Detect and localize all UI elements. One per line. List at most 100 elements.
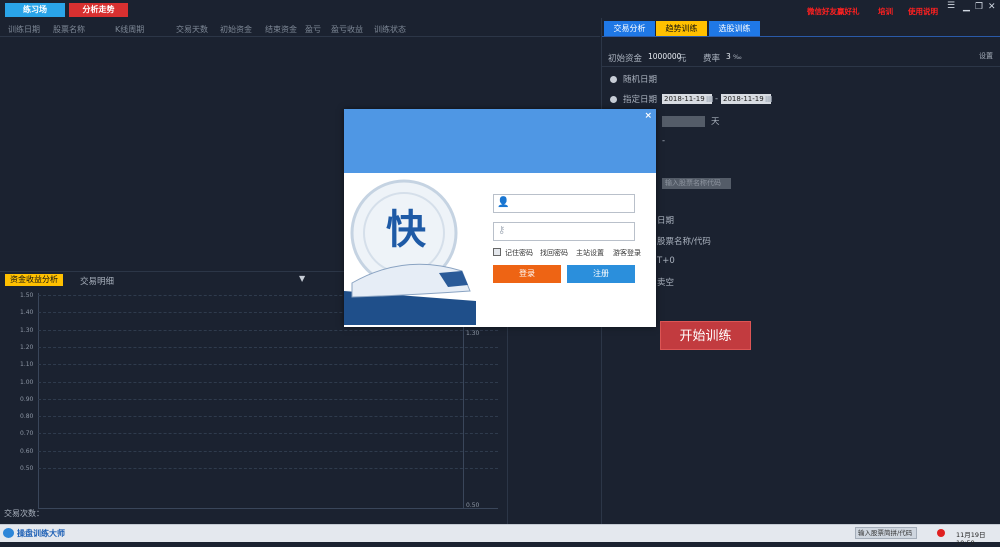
key-icon: ⚷ [498,225,506,236]
right-ytick: 1.30 [466,330,480,337]
username-field[interactable]: 👤 [493,194,635,213]
y-tick-label: 1.20 [20,343,34,351]
remember-password-label: 记住密码 [505,249,533,257]
initial-fund-value[interactable]: 1000000 [648,52,681,61]
tab-trade-detail[interactable]: 交易明细 [80,275,114,287]
calendar-icon[interactable]: ▦ [765,94,773,103]
grid-line [38,468,498,469]
y-tick-label: 1.30 [20,326,34,334]
option-date: 日期 [657,216,675,226]
settings-divider [602,66,1000,67]
wechat-gift-link[interactable]: 微信好友赢好礼 [807,6,860,17]
y-tick-label: 1.40 [20,309,34,317]
close-icon[interactable]: × [644,111,652,121]
date-separator: - [715,94,719,104]
option-t0: T+0 [657,256,675,266]
fee-label: 费率 [703,54,721,64]
y-axis-left [38,293,39,508]
y-tick-label: 1.10 [20,361,34,369]
fund-unit: 元 [678,54,687,64]
app-logo-icon [3,528,14,538]
col-stock-name[interactable]: 股票名称 [53,24,85,35]
date-from-input[interactable]: 2018-11-19 [662,94,712,104]
grid-line [38,433,498,435]
trade-count-label: 交易次数： [4,509,44,518]
right-panel: 交易分析 趋势训练 选股训练 初始资金 1000000 元 费率 3 ‰ 设置 … [601,18,1000,524]
grid-line [38,398,498,400]
instructions-link[interactable]: 使用说明 [908,6,938,17]
settings-link[interactable]: 设置 [979,51,993,61]
random-date-label: 随机日期 [623,75,658,85]
grid-line [38,416,498,418]
col-initial-fund[interactable]: 初始资金 [220,24,252,35]
specified-date-radio[interactable] [610,96,617,103]
tab-stock-selection[interactable]: 选股训练 [709,21,760,36]
calendar-icon[interactable]: ▦ [706,94,714,103]
restore-icon[interactable]: ❐ [975,2,983,12]
grid-line [38,346,498,348]
remember-password-checkbox[interactable] [493,248,501,256]
col-profit[interactable]: 盈亏 [305,24,321,35]
grid-line [38,364,498,366]
app-name: 操盘训练大师 [17,529,65,538]
tab-analysis-trend[interactable]: 分析走势 [69,3,128,17]
days-input[interactable] [662,116,705,127]
day-unit: 天 [711,117,720,127]
y-tick-label: 1.00 [20,378,34,386]
login-dialog: × 快 👤 ⚷ 记住密码 找回密码 主站设置 游客登录 登录 注册 [344,109,656,327]
option-stock-name: 股票名称/代码 [657,237,711,247]
y-tick-label: 0.60 [20,447,34,455]
start-training-button[interactable]: 开始训练 [660,321,751,350]
fee-value[interactable]: 3 [726,52,731,61]
grid-line [38,329,498,331]
top-bar: 练习场 分析走势 微信好友赢好礼 培训 使用说明 ☰ ▁ ❐ ✕ [0,0,1000,18]
random-date-radio[interactable] [610,76,617,83]
logo-text: 快 [386,206,426,253]
y-tick-label: 1.50 [20,292,34,299]
grid-line [38,450,498,452]
user-icon: 👤 [497,197,510,208]
tab-fund-analysis[interactable]: 资金收益分析 [5,274,63,286]
dialog-header: × [344,109,656,173]
fee-unit: ‰ [733,53,742,61]
status-bar: 操盘训练大师 输入股票简拼/代码 11月19日 10:59 [0,524,1000,547]
password-field[interactable]: ⚷ [493,222,635,241]
menu-icon[interactable]: ☰ [947,1,955,11]
guest-login-link[interactable]: 游客登录 [613,248,641,258]
grid-line [38,381,498,383]
y-tick-label: 0.50 [20,465,34,472]
specified-date-label: 指定日期 [623,95,658,105]
close-icon[interactable]: ✕ [988,2,996,12]
chart-dropdown-arrow-icon[interactable]: ▼ [299,274,305,283]
stock-search-input[interactable]: 输入股票名称代码 [662,178,731,189]
y-tick-label: 0.80 [20,413,34,421]
site-settings-link[interactable]: 主站设置 [576,248,604,258]
col-end-fund[interactable]: 结束资金 [265,24,297,35]
header-divider [0,36,600,37]
login-button[interactable]: 登录 [493,265,561,283]
datetime: 11月19日 10:59 [956,531,986,547]
training-link[interactable]: 培训 [878,6,893,17]
tab-underline [602,36,1000,37]
tab-trade-analysis[interactable]: 交易分析 [604,21,655,36]
initial-fund-label: 初始资金 [608,54,643,64]
y-tick-label: 0.90 [20,395,34,403]
col-profit-return[interactable]: 盈亏收益 [331,24,363,35]
x-axis [38,508,498,509]
dash-separator: - [662,136,666,146]
option-short-sell: 卖空 [657,278,675,288]
col-train-status[interactable]: 训练状态 [374,24,406,35]
tab-trend-training[interactable]: 趋势训练 [656,21,707,36]
date-to-input[interactable]: 2018-11-19 [721,94,771,104]
stock-code-input[interactable]: 输入股票简拼/代码 [855,527,917,539]
y-tick-label: 0.70 [20,430,34,438]
recover-password-link[interactable]: 找回密码 [540,248,568,258]
tab-training-ground[interactable]: 练习场 [5,3,65,17]
minimize-icon[interactable]: ▁ [963,2,970,12]
register-button[interactable]: 注册 [567,265,635,283]
right-ytick: 0.50 [466,502,480,509]
status-indicator-icon [937,529,945,537]
col-kline-period[interactable]: K线周期 [115,24,144,35]
col-train-date[interactable]: 训练日期 [8,24,40,35]
col-trade-days[interactable]: 交易天数 [176,24,208,35]
